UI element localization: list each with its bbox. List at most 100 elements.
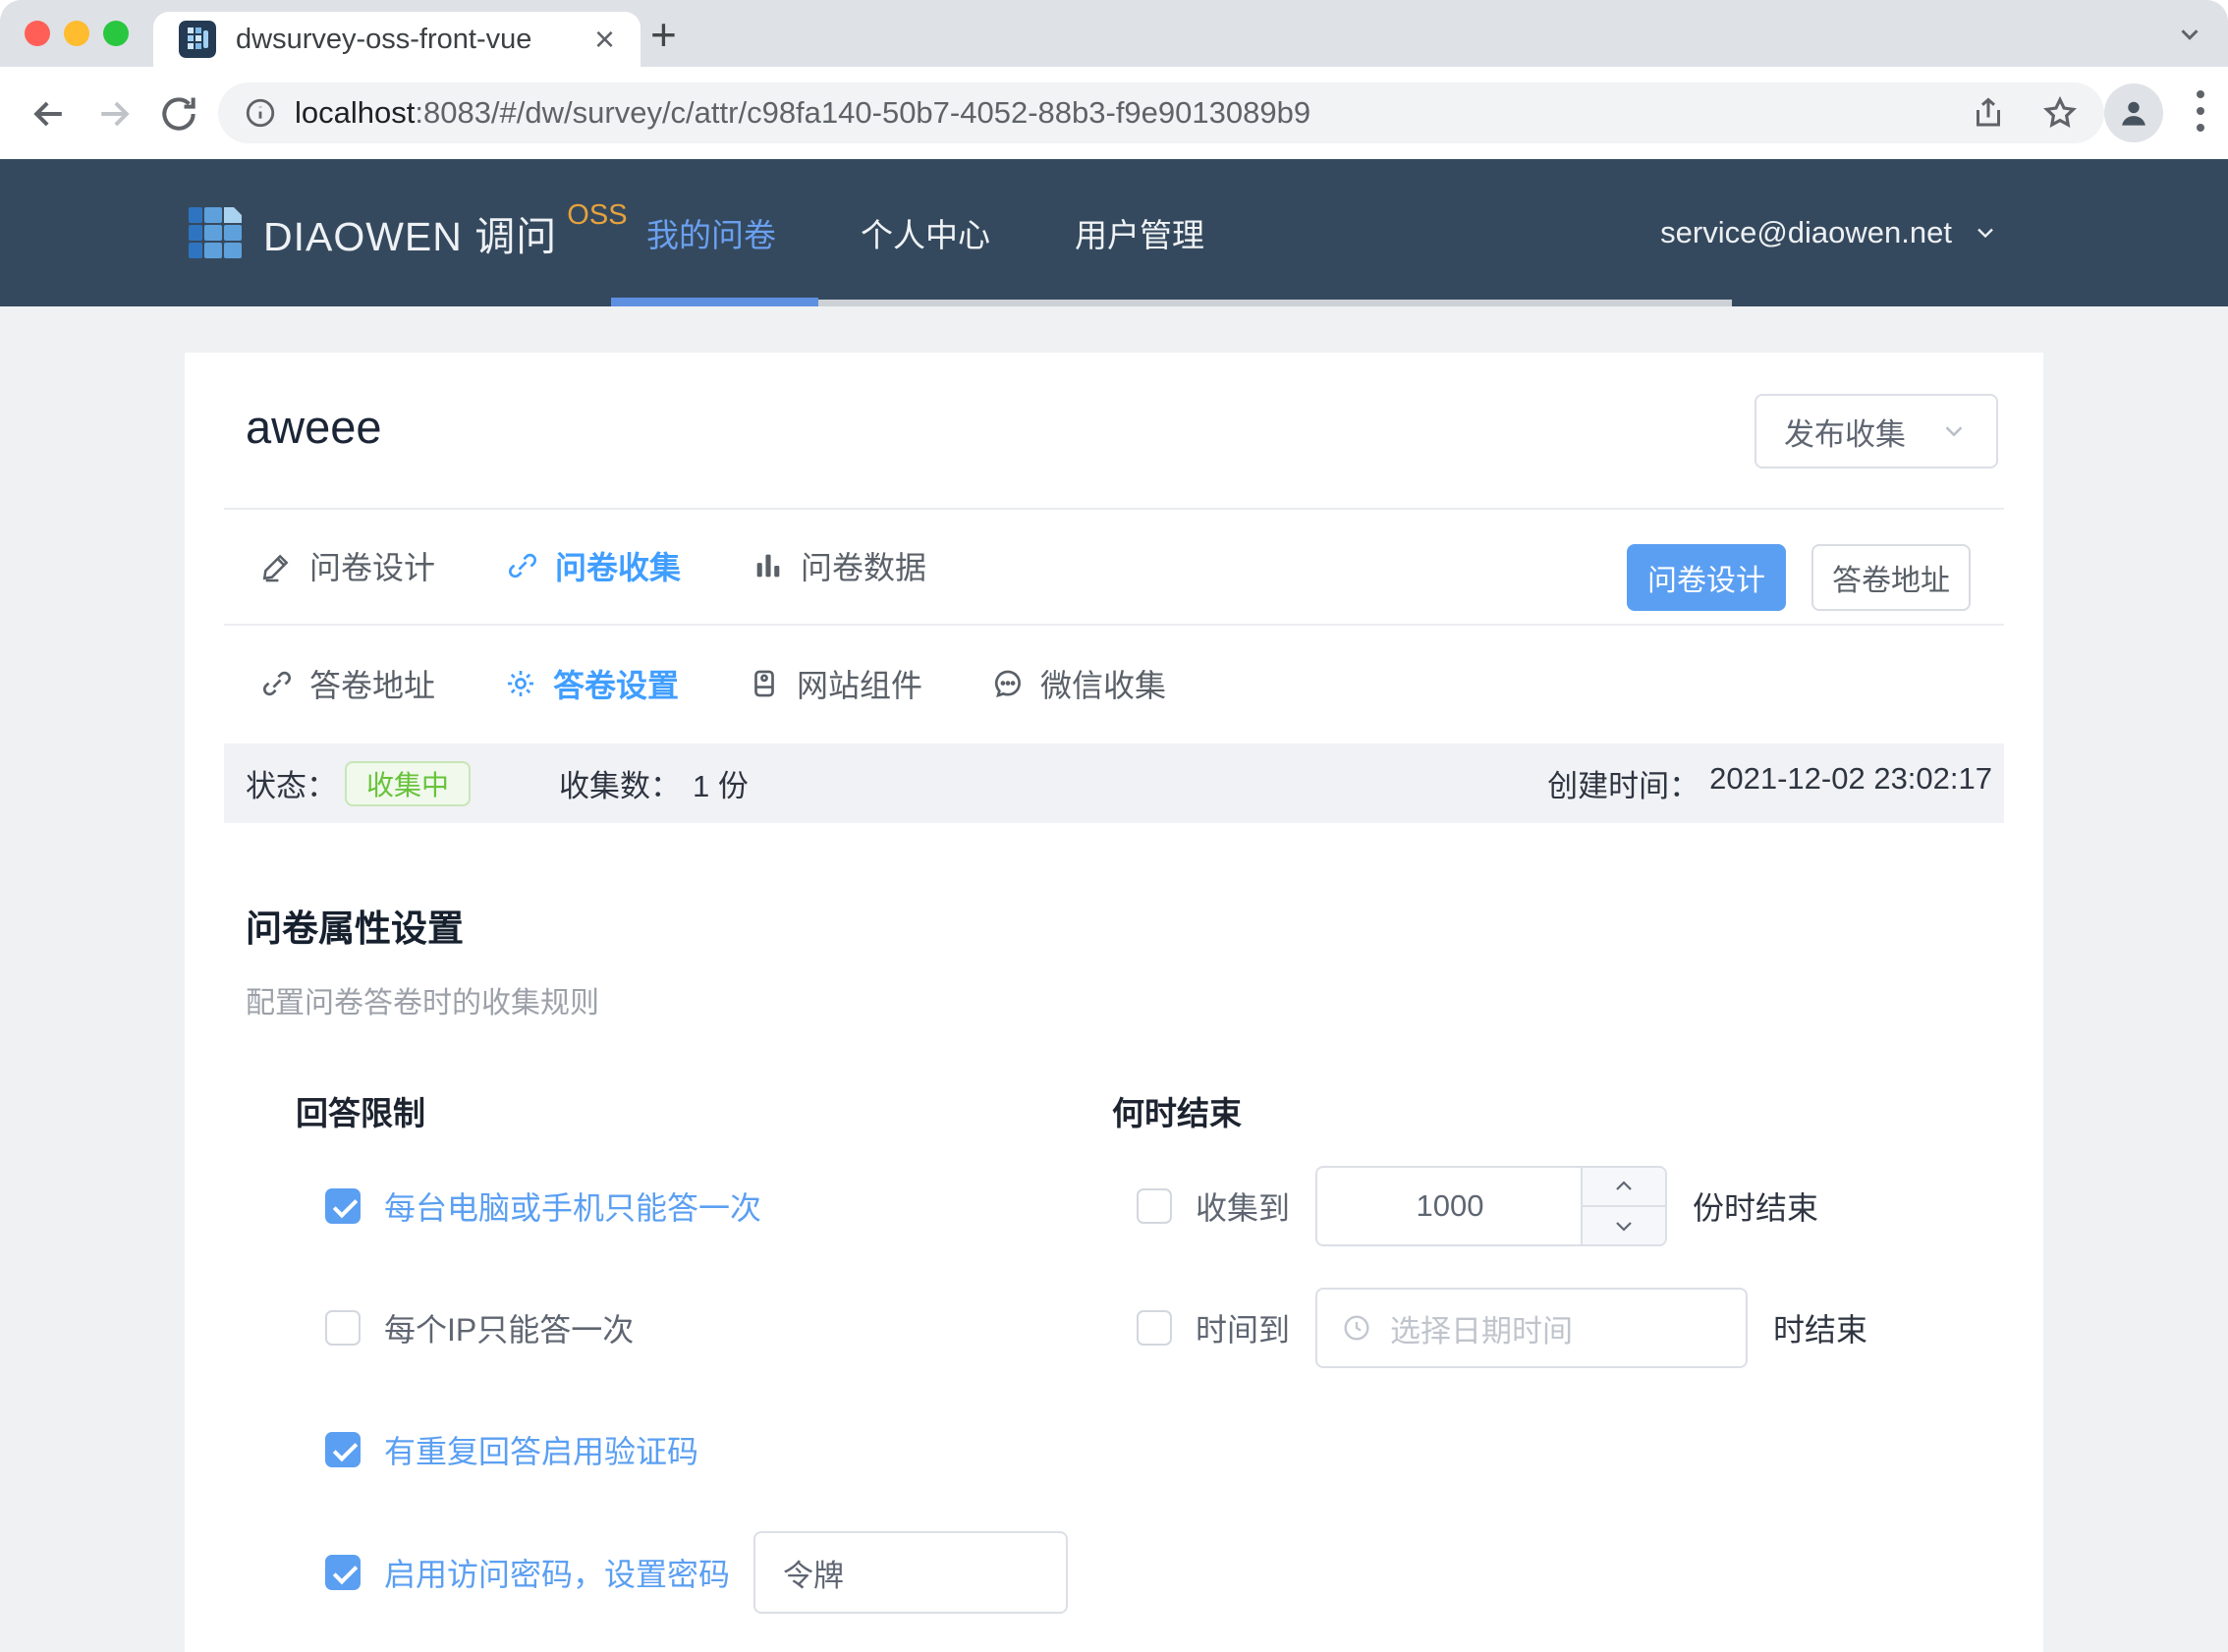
survey-design-button[interactable]: 问卷设计 (1627, 544, 1786, 611)
tab-search-chevron-icon[interactable] (2175, 20, 2204, 49)
tab-survey-collect[interactable]: 问卷收集 (506, 543, 681, 588)
count-value: 1 份 (693, 761, 749, 805)
access-password-input[interactable] (753, 1531, 1068, 1614)
nav-item-my-surveys[interactable]: 我的问卷 (646, 209, 776, 256)
brand-badge: OSS (567, 199, 627, 232)
quota-number-input[interactable]: 1000 (1315, 1166, 1667, 1246)
checkbox-access-password[interactable] (325, 1555, 361, 1590)
active-nav-underline (611, 298, 818, 306)
browser-tab[interactable]: dwsurvey-oss-front-vue × (153, 12, 641, 67)
bookmark-star-icon[interactable] (2041, 94, 2079, 132)
site-info-icon[interactable] (244, 96, 277, 130)
url-host: localhost (295, 95, 415, 130)
checkbox-label[interactable]: 每台电脑或手机只能答一次 (384, 1184, 761, 1229)
app-logo[interactable]: DIAOWEN 调问 OSS (187, 159, 628, 306)
checkbox-deadline-end[interactable] (1137, 1310, 1172, 1346)
profile-avatar[interactable] (2104, 83, 2163, 142)
section-description: 配置问卷答卷时的收集规则 (246, 978, 599, 1021)
quota-value[interactable]: 1000 (1317, 1168, 1583, 1244)
url-path: :8083/#/dw/survey/c/attr/c98fa140-50b7-4… (415, 95, 1310, 130)
bar-chart-icon (752, 549, 785, 582)
favicon (179, 21, 216, 58)
status-badge: 收集中 (345, 761, 471, 806)
minimize-window-button[interactable] (64, 21, 89, 46)
checkbox-device-once[interactable] (325, 1188, 361, 1224)
deadline-datetime-picker[interactable]: 选择日期时间 (1315, 1288, 1748, 1368)
datetime-placeholder: 选择日期时间 (1390, 1306, 1573, 1350)
nav-item-profile[interactable]: 个人中心 (861, 209, 990, 256)
quota-suffix: 份时结束 (1693, 1184, 1818, 1229)
close-tab-icon[interactable]: × (594, 22, 615, 57)
subtab-wechat-collect[interactable]: 微信收集 (991, 661, 1166, 706)
end-rule-deadline-row: 时间到 选择日期时间 时结束 (1137, 1287, 1867, 1369)
share-icon[interactable] (1971, 95, 2006, 131)
created-time: 创建时间： 2021-12-02 23:02:17 (1547, 761, 1992, 805)
checkbox-captcha[interactable] (325, 1432, 361, 1467)
url-text: localhost:8083/#/dw/survey/c/attr/c98fa1… (295, 95, 1310, 131)
zoom-window-button[interactable] (103, 21, 129, 46)
collect-subtabs: 答卷地址 答卷设置 网站组件 微信收集 (185, 624, 2043, 743)
browser-menu-icon[interactable] (2197, 90, 2204, 132)
tab-survey-data[interactable]: 问卷数据 (752, 543, 926, 588)
created-label: 创建时间： (1547, 761, 1699, 805)
stepper-down-icon[interactable] (1583, 1207, 1665, 1244)
address-bar[interactable]: localhost:8083/#/dw/survey/c/attr/c98fa1… (218, 83, 2104, 143)
end-rule-quota-row: 收集到 1000 份时结束 (1137, 1165, 1818, 1247)
link-icon (260, 667, 294, 700)
limit-row-captcha: 有重复回答启用验证码 (325, 1408, 698, 1491)
section-title: 问卷属性设置 (246, 899, 464, 952)
checkbox-label[interactable]: 有重复回答启用验证码 (384, 1427, 698, 1472)
number-stepper (1581, 1168, 1665, 1244)
diaowen-logo-icon (187, 201, 244, 264)
back-icon[interactable] (28, 92, 71, 136)
chevron-down-icon (1972, 219, 1999, 247)
checkbox-label[interactable]: 每个IP只能答一次 (384, 1305, 634, 1350)
survey-card: aweee 发布收集 问卷设计 问卷收集 问卷数据 问卷设计 答卷地址 (185, 353, 2043, 1652)
tab-survey-design[interactable]: 问卷设计 (260, 543, 435, 588)
answer-limit-header: 回答限制 (296, 1087, 425, 1134)
limit-row-device-once: 每台电脑或手机只能答一次 (325, 1165, 761, 1247)
chat-bubble-icon (991, 667, 1025, 700)
publish-collect-label: 发布收集 (1784, 410, 1906, 454)
checkbox-quota-end[interactable] (1137, 1188, 1172, 1224)
checkbox-ip-once[interactable] (325, 1310, 361, 1346)
browser-toolbar: localhost:8083/#/dw/survey/c/attr/c98fa1… (0, 67, 2228, 159)
reload-icon[interactable] (157, 92, 200, 136)
status-label: 状态： (246, 761, 337, 805)
checkbox-label[interactable]: 收集到 (1196, 1184, 1290, 1229)
stepper-up-icon[interactable] (1583, 1168, 1665, 1207)
edit-icon (260, 549, 294, 582)
subtab-answer-settings[interactable]: 答卷设置 (504, 661, 679, 706)
new-tab-button[interactable]: + (650, 8, 677, 61)
account-email: service@diaowen.net (1660, 215, 1952, 250)
browser-tab-strip: dwsurvey-oss-front-vue × + (0, 0, 2228, 67)
tag-icon (748, 667, 781, 700)
link-icon (506, 549, 539, 582)
tab-title: dwsurvey-oss-front-vue (236, 24, 594, 56)
browser-window: dwsurvey-oss-front-vue × + localhost:808… (0, 0, 2228, 1652)
close-window-button[interactable] (25, 21, 50, 46)
checkbox-label[interactable]: 启用访问密码，设置密码 (384, 1550, 730, 1595)
main-nav: 我的问卷 个人中心 用户管理 (646, 159, 1204, 306)
limit-row-ip-once: 每个IP只能答一次 (325, 1287, 634, 1369)
brand-name: DIAOWEN 调问 (263, 203, 557, 262)
publish-collect-select[interactable]: 发布收集 (1755, 394, 1998, 468)
checkbox-label[interactable]: 时间到 (1196, 1305, 1290, 1350)
answer-url-button[interactable]: 答卷地址 (1811, 544, 1971, 611)
deadline-suffix: 时结束 (1773, 1305, 1867, 1350)
account-menu[interactable]: service@diaowen.net (1660, 159, 1999, 306)
chevron-down-icon (1939, 416, 1969, 446)
gear-icon (504, 667, 537, 700)
app-header: DIAOWEN 调问 OSS 我的问卷 个人中心 用户管理 service@di… (0, 159, 2228, 306)
limit-row-password: 启用访问密码，设置密码 (325, 1531, 1068, 1614)
nav-item-user-management[interactable]: 用户管理 (1075, 209, 1204, 256)
clock-icon (1341, 1312, 1372, 1344)
created-value: 2021-12-02 23:02:17 (1709, 761, 1992, 805)
end-rules-header: 何时结束 (1112, 1087, 1242, 1134)
forward-icon[interactable] (92, 92, 136, 136)
count-label: 收集数： (559, 761, 681, 805)
nav-scrollbar[interactable] (818, 300, 1732, 306)
subtab-answer-url[interactable]: 答卷地址 (260, 661, 435, 706)
subtab-site-widget[interactable]: 网站组件 (748, 661, 922, 706)
survey-title: aweee (246, 400, 382, 454)
